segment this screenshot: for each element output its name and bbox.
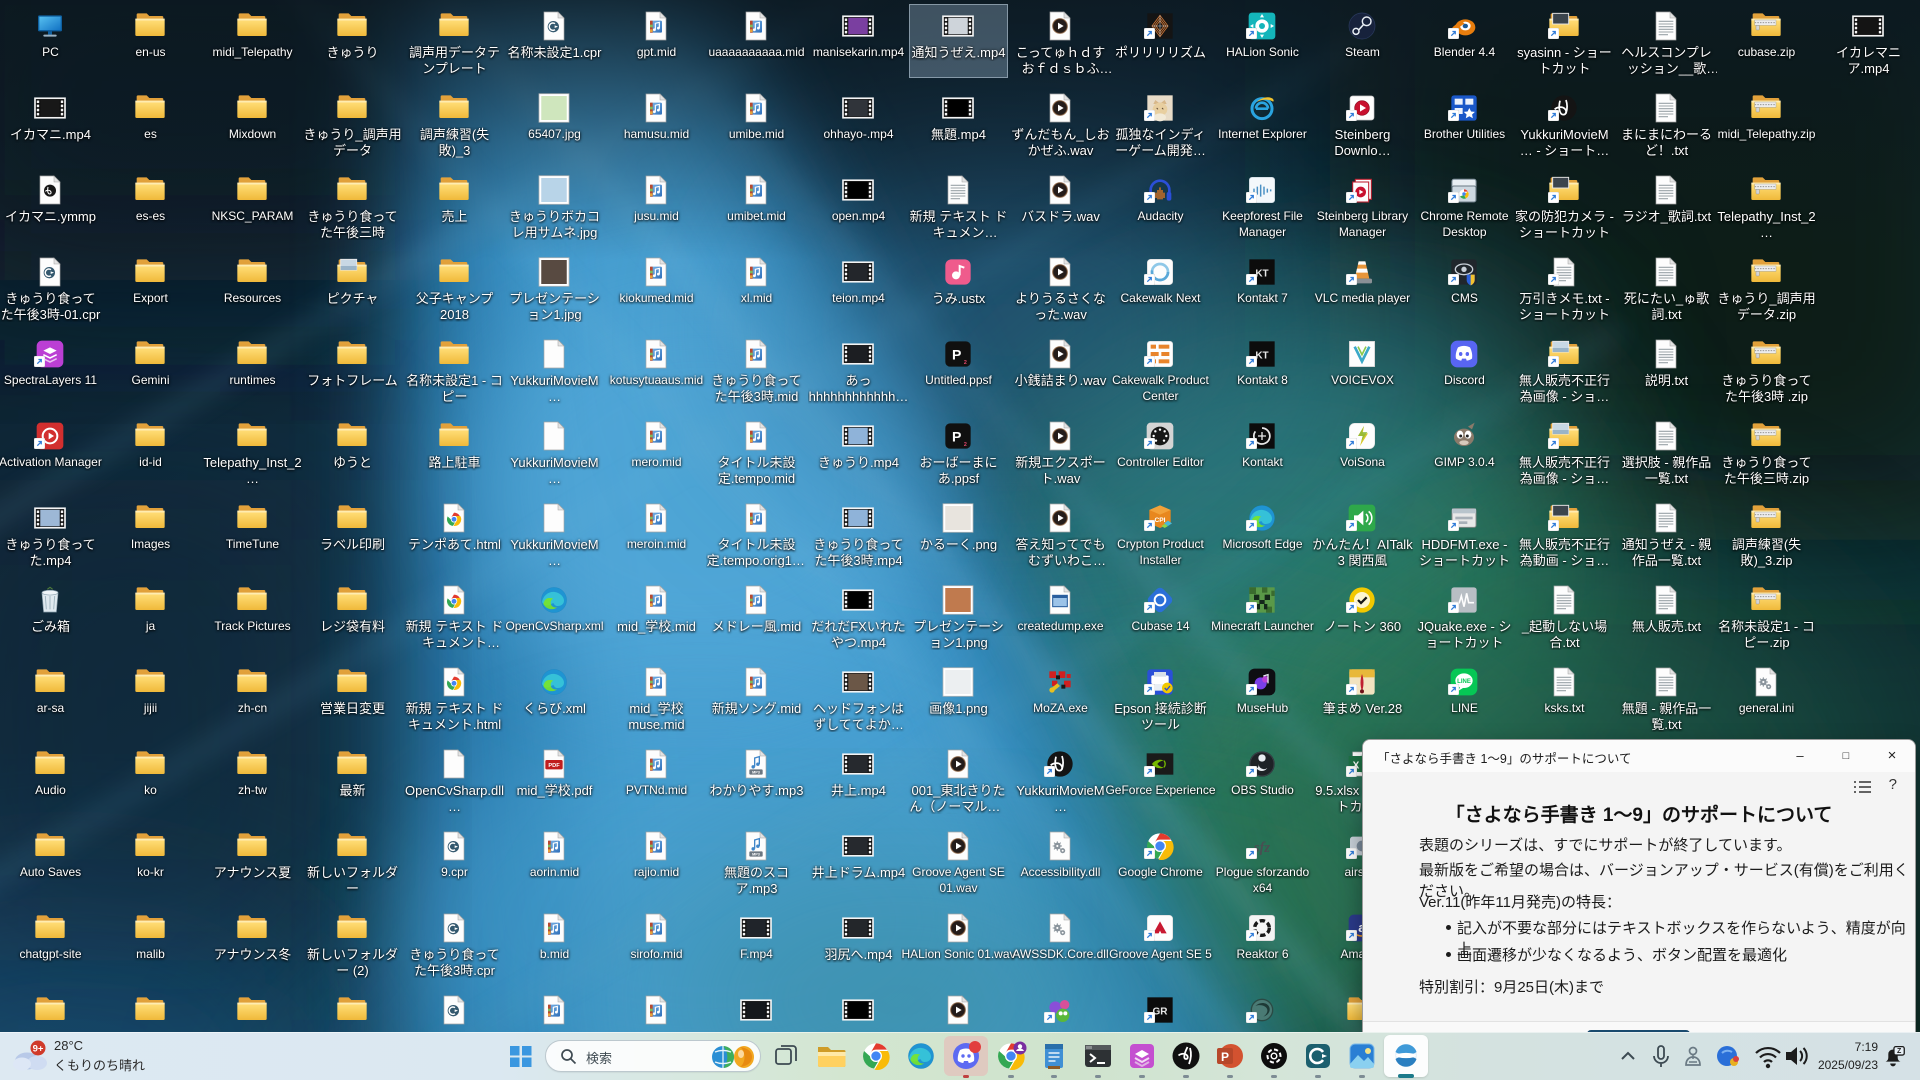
- svg-text:9+: 9+: [33, 1044, 44, 1055]
- svg-text:Z: Z: [1897, 1048, 1902, 1055]
- svg-text:P: P: [1221, 1050, 1229, 1064]
